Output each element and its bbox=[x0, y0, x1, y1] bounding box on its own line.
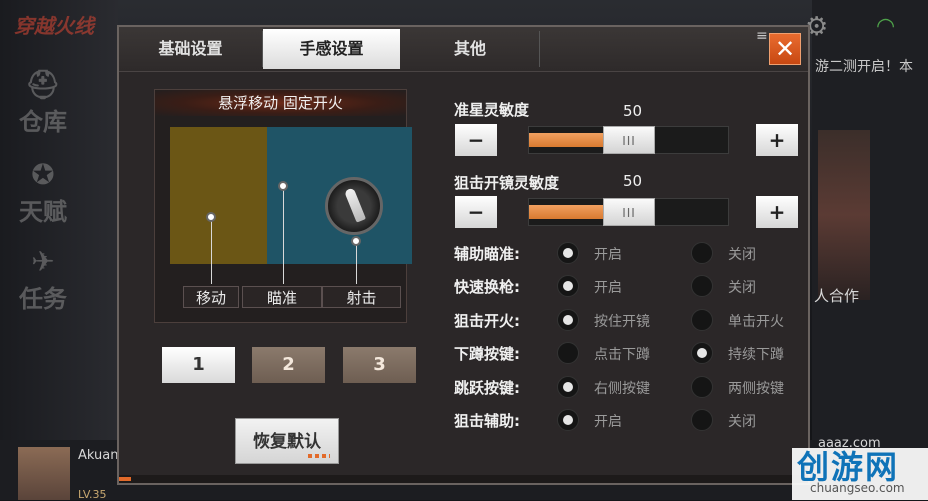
aim-pin-line bbox=[283, 186, 284, 284]
helmet-icon: ⛑ bbox=[25, 68, 61, 101]
fire-pin-line bbox=[356, 241, 357, 284]
sniper-assist-radio-1[interactable] bbox=[557, 409, 579, 431]
bullet-icon bbox=[343, 187, 367, 223]
scrollbar[interactable] bbox=[119, 475, 808, 483]
preset-2-button[interactable]: 2 bbox=[252, 347, 325, 383]
sniper-fire-option-2-label[interactable]: 单击开火 bbox=[728, 311, 784, 331]
sniper-assist-radio-2[interactable] bbox=[691, 409, 713, 431]
crosshair-sensitivity-value: 50 bbox=[623, 102, 643, 120]
aim-assist-option-1-label[interactable]: 开启 bbox=[594, 244, 622, 264]
crouch-key-option-2-label[interactable]: 持续下蹲 bbox=[728, 344, 784, 364]
avatar[interactable] bbox=[18, 447, 70, 500]
aim-assist-label: 辅助瞄准: bbox=[454, 245, 520, 263]
settings-dialog: 基础设置 手感设置 其他 ≡ ✕ 悬浮移动 固定开火 移动 瞄准 射击 1 2 … bbox=[117, 25, 810, 485]
crosshair-sensitivity-label: 准星灵敏度 bbox=[454, 101, 530, 119]
emblem-icon: ✪ bbox=[31, 158, 55, 191]
sniper-decrease-button[interactable]: − bbox=[455, 196, 497, 228]
reset-default-button[interactable]: 恢复默认 bbox=[235, 418, 339, 464]
fire-button bbox=[325, 177, 383, 235]
move-label: 移动 bbox=[183, 286, 239, 308]
preview-title: 悬浮移动 固定开火 bbox=[155, 90, 406, 116]
jump-key-option-1-label[interactable]: 右侧按键 bbox=[594, 378, 650, 398]
preset-3-button[interactable]: 3 bbox=[343, 347, 416, 383]
sniper-assist-option-1-label[interactable]: 开启 bbox=[594, 411, 622, 431]
jump-key-radio-1[interactable] bbox=[557, 376, 579, 398]
slider-fill bbox=[529, 133, 613, 147]
jump-key-label: 跳跃按键: bbox=[454, 379, 520, 397]
sniper-assist-option-2-label[interactable]: 关闭 bbox=[728, 411, 756, 431]
aim-label: 瞄准 bbox=[242, 286, 322, 308]
crouch-key-option-1-label[interactable]: 点击下蹲 bbox=[594, 344, 650, 364]
slider-fill bbox=[529, 205, 613, 219]
tab-other[interactable]: 其他 bbox=[401, 31, 540, 67]
nav-item-talent[interactable]: ✪ 天赋 bbox=[8, 158, 78, 228]
move-pin bbox=[206, 212, 216, 222]
menu-icon[interactable]: ≡ bbox=[756, 29, 768, 43]
crouch-key-radio-1[interactable] bbox=[557, 342, 579, 364]
tab-feel-settings[interactable]: 手感设置 bbox=[263, 29, 400, 69]
close-button[interactable]: ✕ bbox=[769, 33, 801, 65]
fire-pin bbox=[351, 236, 361, 246]
nav-item-warehouse[interactable]: ⛑ 仓库 bbox=[8, 68, 78, 138]
tab-bar: 基础设置 手感设置 其他 ≡ ✕ bbox=[119, 27, 808, 72]
quick-switch-option-2-label[interactable]: 关闭 bbox=[728, 277, 756, 297]
aim-assist-radio-2[interactable] bbox=[691, 242, 713, 264]
crosshair-increase-button[interactable]: + bbox=[756, 124, 798, 156]
sniper-scope-sensitivity-slider[interactable]: III bbox=[528, 198, 729, 226]
nav-item-mission[interactable]: ✈ 任务 bbox=[8, 245, 78, 315]
crosshair-decrease-button[interactable]: − bbox=[455, 124, 497, 156]
move-zone bbox=[170, 127, 267, 264]
watermark-url: chuangseo.com bbox=[810, 481, 905, 495]
move-pin-line bbox=[211, 217, 212, 284]
character-portrait bbox=[818, 130, 870, 300]
tab-basic-settings[interactable]: 基础设置 bbox=[119, 31, 263, 67]
sniper-scope-sensitivity-label: 狙击开镜灵敏度 bbox=[454, 174, 560, 192]
sniper-assist-label: 狙击辅助: bbox=[454, 412, 520, 430]
sniper-fire-label: 狙击开火: bbox=[454, 312, 520, 330]
quick-switch-option-1-label[interactable]: 开启 bbox=[594, 277, 622, 297]
aim-assist-option-2-label[interactable]: 关闭 bbox=[728, 244, 756, 264]
aim-assist-radio-1[interactable] bbox=[557, 242, 579, 264]
sniper-scope-sensitivity-value: 50 bbox=[623, 172, 643, 190]
scrollbar-thumb[interactable] bbox=[119, 477, 131, 481]
quick-switch-radio-1[interactable] bbox=[557, 275, 579, 297]
wifi-icon: ◠ bbox=[876, 14, 896, 39]
game-logo: 穿越火线 bbox=[14, 14, 94, 38]
preset-1-button[interactable]: 1 bbox=[162, 347, 235, 383]
crouch-key-radio-2[interactable] bbox=[691, 342, 713, 364]
aim-pin bbox=[278, 181, 288, 191]
jump-key-option-2-label[interactable]: 两侧按键 bbox=[728, 378, 784, 398]
wings-icon: ✈ bbox=[31, 245, 55, 278]
quick-switch-label: 快速换枪: bbox=[454, 278, 520, 296]
control-layout-preview: 悬浮移动 固定开火 移动 瞄准 射击 bbox=[154, 89, 412, 323]
user-level: LV.35 bbox=[78, 488, 107, 501]
crosshair-sensitivity-slider[interactable]: III bbox=[528, 126, 729, 154]
coop-label[interactable]: 人合作 bbox=[814, 285, 859, 306]
slider-thumb[interactable]: III bbox=[603, 198, 655, 226]
sniper-increase-button[interactable]: + bbox=[756, 196, 798, 228]
sniper-fire-option-1-label[interactable]: 按住开镜 bbox=[594, 311, 650, 331]
sniper-fire-radio-1[interactable] bbox=[557, 309, 579, 331]
slider-thumb[interactable]: III bbox=[603, 126, 655, 154]
username: Akuan bbox=[78, 448, 119, 463]
jump-key-radio-2[interactable] bbox=[691, 376, 713, 398]
sniper-fire-radio-2[interactable] bbox=[691, 309, 713, 331]
fire-label: 射击 bbox=[322, 286, 401, 308]
crouch-key-label: 下蹲按键: bbox=[454, 345, 520, 363]
news-ticker: 游二测开启！本 bbox=[815, 59, 913, 75]
quick-switch-radio-2[interactable] bbox=[691, 275, 713, 297]
